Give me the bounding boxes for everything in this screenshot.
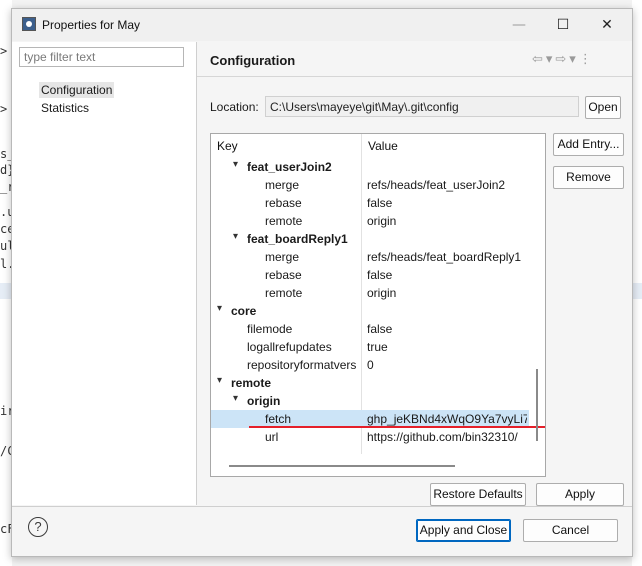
minimize-button[interactable]: — xyxy=(496,13,542,37)
table-row[interactable]: ▾ feat_userJoin2 xyxy=(211,158,529,176)
row-key: remote xyxy=(231,376,272,390)
close-button[interactable]: ✕ xyxy=(584,13,630,37)
table-row[interactable]: ▾ origin xyxy=(211,392,529,410)
column-header-key[interactable]: Key xyxy=(211,134,361,161)
eclipse-app-icon xyxy=(22,17,36,31)
navigation-pane: type filter text Configuration Statistic… xyxy=(12,42,197,505)
row-value: refs/heads/feat_boardReply1 xyxy=(367,250,522,264)
row-key: merge xyxy=(265,250,300,264)
cancel-button[interactable]: Cancel xyxy=(523,519,618,542)
row-value: false xyxy=(367,196,393,210)
expand-chevron-icon[interactable]: ▾ xyxy=(233,159,238,170)
table-row[interactable]: remote origin xyxy=(211,212,529,230)
row-key: merge xyxy=(265,178,300,192)
title-separator xyxy=(197,76,632,77)
filter-input[interactable]: type filter text xyxy=(19,47,184,67)
background-code-fragment: > xyxy=(0,44,8,58)
row-key: repositoryformatversi xyxy=(247,358,357,372)
restore-defaults-button[interactable]: Restore Defaults xyxy=(430,483,526,506)
row-key: core xyxy=(231,304,257,318)
vertical-scrollbar[interactable] xyxy=(536,369,538,441)
maximize-button[interactable]: ☐ xyxy=(540,13,586,37)
row-key: feat_userJoin2 xyxy=(247,160,332,174)
row-key: remote xyxy=(265,286,303,300)
expand-chevron-icon[interactable]: ▾ xyxy=(233,393,238,404)
row-key: rebase xyxy=(265,196,302,210)
row-key: filemode xyxy=(247,322,293,336)
row-key: logallrefupdates xyxy=(247,340,332,354)
table-row[interactable]: logallrefupdates true xyxy=(211,338,529,356)
row-value: https://github.com/bin32310/ xyxy=(367,430,518,444)
config-table[interactable]: Key Value ▾ feat_userJoin2merge refs/heads… xyxy=(210,133,546,477)
table-row[interactable]: merge refs/heads/feat_boardReply1 xyxy=(211,248,529,266)
row-value: ghp_jeKBNd4xWqO9Ya7vyLi7r xyxy=(367,412,527,426)
red-annotation-line xyxy=(249,426,545,428)
background-code-fragment: > xyxy=(0,102,8,116)
column-header-value[interactable]: Value xyxy=(362,134,532,161)
expand-chevron-icon[interactable]: ▾ xyxy=(233,231,238,242)
table-row[interactable]: rebase false xyxy=(211,194,529,212)
row-value: origin xyxy=(367,286,397,300)
table-row[interactable]: url https://github.com/bin32310/ xyxy=(211,428,529,446)
location-label: Location: xyxy=(210,100,259,114)
page-title: Configuration xyxy=(210,53,296,68)
row-value: origin xyxy=(367,214,397,228)
nav-item-configuration[interactable]: Configuration xyxy=(39,82,115,98)
open-button[interactable]: Open xyxy=(585,96,621,119)
row-key: feat_boardReply1 xyxy=(247,232,348,246)
row-value: refs/heads/feat_userJoin2 xyxy=(367,178,506,192)
table-row[interactable]: ▾ remote xyxy=(211,374,529,392)
row-key: rebase xyxy=(265,268,302,282)
expand-chevron-icon[interactable]: ▾ xyxy=(217,375,222,386)
background-highlight-right xyxy=(632,283,642,299)
configuration-page: Configuration ⇦▾⇨▾⋮ Location: C:\Users\m… xyxy=(197,42,632,506)
help-icon[interactable]: ? xyxy=(28,517,48,537)
table-row[interactable]: rebase false xyxy=(211,266,529,284)
footer-separator xyxy=(12,506,632,507)
row-value: false xyxy=(367,268,393,282)
nav-item-statistics[interactable]: Statistics xyxy=(39,100,91,116)
row-value: true xyxy=(367,340,388,354)
table-row[interactable]: repositoryformatversi 0 xyxy=(211,356,529,374)
row-value: false xyxy=(367,322,393,336)
row-key: remote xyxy=(265,214,303,228)
row-key: url xyxy=(265,430,279,444)
row-value: 0 xyxy=(367,358,374,372)
history-nav-icons[interactable]: ⇦▾⇨▾⋮ xyxy=(532,52,595,67)
table-row[interactable]: ▾ core xyxy=(211,302,529,320)
expand-chevron-icon[interactable]: ▾ xyxy=(217,303,222,314)
apply-button[interactable]: Apply xyxy=(536,483,624,506)
remove-button[interactable]: Remove xyxy=(553,166,624,189)
title-bar: Properties for May — ☐ ✕ xyxy=(12,9,632,41)
table-row[interactable]: remote origin xyxy=(211,284,529,302)
horizontal-scrollbar[interactable] xyxy=(229,465,455,467)
table-row[interactable]: merge refs/heads/feat_userJoin2 xyxy=(211,176,529,194)
location-field[interactable]: C:\Users\mayeye\git\May\.git\config xyxy=(265,96,579,117)
apply-and-close-button[interactable]: Apply and Close xyxy=(416,519,511,542)
table-row[interactable]: filemode false xyxy=(211,320,529,338)
window-title: Properties for May xyxy=(42,18,141,32)
add-entry-button[interactable]: Add Entry... xyxy=(553,133,624,156)
properties-dialog: Properties for May — ☐ ✕ type filter tex… xyxy=(11,8,633,557)
row-key: origin xyxy=(247,394,281,408)
row-key: fetch xyxy=(265,412,292,426)
table-row[interactable]: ▾ feat_boardReply1 xyxy=(211,230,529,248)
